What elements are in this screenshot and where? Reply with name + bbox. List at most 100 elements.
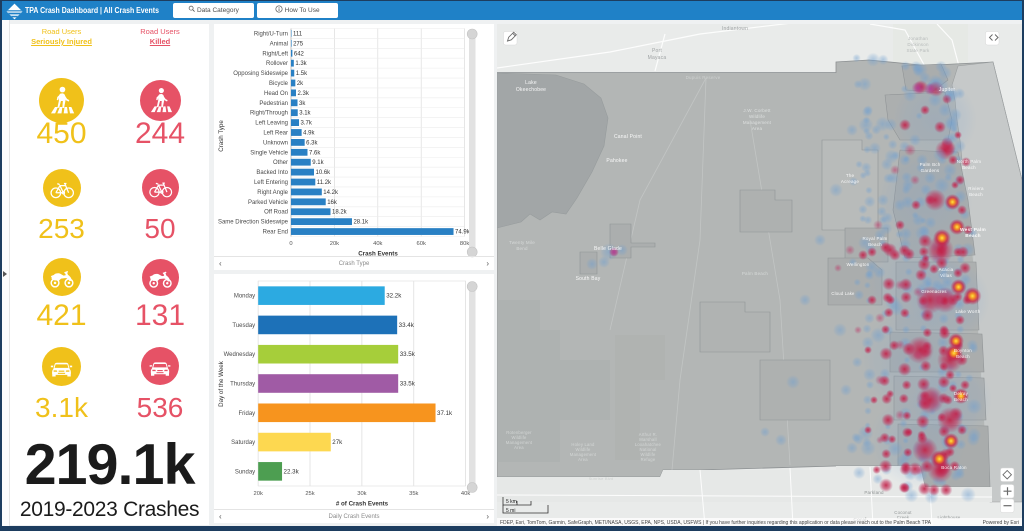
svg-text:Greenacres: Greenacres (921, 289, 947, 294)
svg-text:Friday: Friday (239, 411, 256, 417)
svg-text:Delray: Delray (954, 391, 969, 396)
svg-text:Saturday: Saturday (231, 440, 255, 446)
svg-text:10.6k: 10.6k (316, 170, 332, 176)
svg-text:1.5k: 1.5k (296, 71, 308, 77)
svg-text:275: 275 (293, 41, 304, 47)
svg-text:Monday: Monday (234, 294, 255, 300)
svg-text:Beach: Beach (965, 233, 980, 239)
svg-text:Mayaca: Mayaca (648, 55, 667, 61)
svg-text:25k: 25k (305, 491, 314, 497)
svg-text:4.9k: 4.9k (303, 131, 315, 137)
svg-text:Dupuis Reserve: Dupuis Reserve (686, 75, 721, 80)
svg-text:Port: Port (652, 48, 662, 54)
svg-text:Right/Left: Right/Left (262, 51, 288, 57)
svg-text:South Bay: South Bay (576, 276, 601, 282)
svg-text:28.1k: 28.1k (353, 220, 369, 226)
svg-text:Indiantown: Indiantown (722, 26, 748, 32)
svg-text:Twenty Mile: Twenty Mile (509, 240, 535, 245)
svg-text:Powered by Esri: Powered by Esri (983, 520, 1019, 526)
svg-text:Area: Area (578, 457, 588, 462)
svg-text:Area: Area (514, 445, 524, 450)
svg-text:35k: 35k (409, 491, 418, 497)
svg-text:5 mi: 5 mi (506, 508, 515, 514)
svg-text:Acreage: Acreage (841, 179, 859, 184)
svg-text:3k: 3k (299, 101, 306, 107)
svg-text:6.3k: 6.3k (306, 140, 318, 146)
svg-text:Sunrise Blvd: Sunrise Blvd (589, 476, 614, 481)
svg-text:Tuesday: Tuesday (232, 323, 255, 329)
svg-text:22.3k: 22.3k (284, 468, 300, 475)
svg-text:Rear End: Rear End (263, 230, 288, 236)
svg-text:Backed Into: Backed Into (256, 170, 288, 176)
svg-text:3.1k: 3.1k (299, 111, 311, 117)
svg-text:Lake: Lake (525, 80, 537, 86)
svg-text:Belle Glade: Belle Glade (594, 246, 622, 252)
svg-text:Bend: Bend (516, 246, 528, 251)
svg-text:Single Vehicle: Single Vehicle (250, 150, 288, 156)
svg-text:Acacia: Acacia (939, 267, 954, 272)
svg-text:3.7k: 3.7k (301, 121, 313, 127)
svg-text:FDEP, Esri, TomTom, Garmin, Sa: FDEP, Esri, TomTom, Garmin, SafeGraph, M… (500, 520, 932, 526)
svg-text:State Park: State Park (906, 48, 930, 53)
svg-text:Beach: Beach (969, 192, 983, 197)
svg-text:Pahokee: Pahokee (606, 158, 627, 164)
svg-text:Royal Palm: Royal Palm (862, 236, 887, 241)
svg-text:27k: 27k (332, 439, 343, 446)
svg-text:40k: 40k (461, 491, 470, 497)
svg-text:# of Crash Events: # of Crash Events (336, 501, 389, 508)
svg-text:Management: Management (743, 120, 772, 125)
svg-text:Parkland: Parkland (864, 490, 884, 495)
svg-text:111: 111 (293, 31, 303, 37)
svg-text:Right/Through: Right/Through (250, 111, 288, 117)
svg-text:Right/U-Turn: Right/U-Turn (254, 31, 288, 37)
svg-text:Beach: Beach (954, 397, 968, 402)
svg-text:Animal: Animal (270, 41, 288, 47)
svg-text:Jonathan: Jonathan (908, 36, 928, 41)
svg-text:Beach: Beach (962, 165, 976, 170)
svg-text:9.1k: 9.1k (312, 160, 324, 166)
svg-text:Crash Type: Crash Type (218, 120, 225, 152)
svg-text:Beach: Beach (956, 354, 970, 359)
svg-text:Area: Area (752, 126, 763, 131)
svg-text:11.2k: 11.2k (317, 180, 332, 186)
svg-text:Jupiter: Jupiter (939, 87, 956, 93)
svg-text:Head On: Head On (264, 91, 288, 97)
svg-text:33.5k: 33.5k (400, 351, 416, 358)
svg-text:18.2k: 18.2k (332, 210, 348, 216)
svg-text:Palm Bch: Palm Bch (920, 162, 941, 167)
svg-text:Bicycle: Bicycle (269, 81, 289, 87)
svg-text:Wildlife: Wildlife (749, 114, 765, 119)
svg-text:Other: Other (273, 160, 288, 166)
svg-text:The: The (846, 173, 855, 178)
svg-text:0: 0 (289, 241, 292, 247)
svg-text:Day of the Week: Day of the Week (218, 360, 225, 407)
svg-text:Gardens: Gardens (921, 168, 940, 173)
svg-text:Sunday: Sunday (235, 469, 255, 475)
svg-text:Lake Worth: Lake Worth (956, 309, 981, 314)
svg-text:5 km: 5 km (506, 499, 517, 505)
svg-text:Wellington: Wellington (847, 262, 870, 267)
svg-text:Canal Point: Canal Point (614, 134, 642, 140)
svg-text:Villas: Villas (940, 273, 952, 278)
svg-text:Riviera: Riviera (968, 186, 984, 191)
svg-text:Opposing Sideswipe: Opposing Sideswipe (233, 71, 288, 77)
svg-text:16k: 16k (327, 200, 338, 206)
svg-text:Left Leaving: Left Leaving (255, 121, 288, 127)
svg-text:Thursday: Thursday (230, 382, 255, 388)
svg-text:Wednesday: Wednesday (224, 352, 256, 358)
svg-text:40k: 40k (373, 241, 382, 247)
svg-text:1.3k: 1.3k (295, 61, 307, 67)
svg-text:Boca Raton: Boca Raton (941, 465, 967, 470)
svg-text:2.3k: 2.3k (297, 91, 309, 97)
svg-text:7.6k: 7.6k (309, 150, 321, 156)
svg-text:Boynton: Boynton (954, 348, 972, 353)
svg-text:J.W. Corbett: J.W. Corbett (743, 108, 771, 113)
svg-text:Pedestrian: Pedestrian (259, 101, 288, 107)
svg-text:Off Road: Off Road (264, 210, 288, 216)
svg-text:Right Angle: Right Angle (257, 190, 288, 196)
svg-text:32.2k: 32.2k (386, 293, 402, 300)
svg-text:20k: 20k (330, 241, 339, 247)
svg-text:Same Direction Sideswipe: Same Direction Sideswipe (218, 220, 289, 226)
svg-text:74.9k: 74.9k (455, 230, 471, 236)
svg-text:Left Rear: Left Rear (263, 131, 288, 137)
